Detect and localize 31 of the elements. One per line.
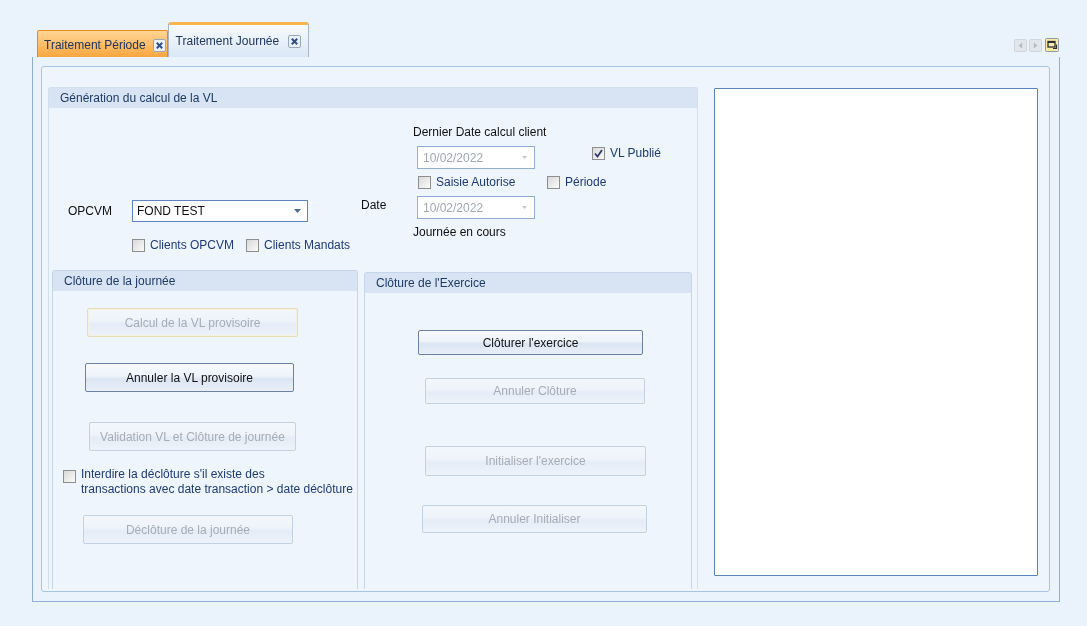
dropdown-arrow-icon: [294, 209, 301, 213]
window-list-icon[interactable]: [1045, 38, 1059, 52]
checkbox[interactable]: [592, 147, 605, 160]
field-label: Date: [361, 197, 388, 214]
field-label: Dernier Date calcul client: [413, 125, 547, 140]
close-icon[interactable]: [288, 34, 302, 48]
dropdown-arrow-icon: [522, 156, 527, 159]
field-caption: Journée en cours: [413, 225, 506, 240]
checkbox-label[interactable]: Clients OPCVM: [150, 238, 235, 253]
dropdown-arrow-icon: [522, 206, 527, 209]
checkbox[interactable]: [132, 239, 145, 252]
dropdown[interactable]: FOND TEST: [132, 200, 308, 222]
checkbox[interactable]: [418, 176, 431, 189]
checkbox[interactable]: [246, 239, 260, 252]
field-label: OPCVM: [68, 203, 113, 219]
checkbox-label[interactable]: VL Publié: [610, 146, 661, 161]
checkbox-label[interactable]: Saisie Autorise: [436, 175, 516, 190]
checkbox-label[interactable]: Clients Mandats: [264, 238, 351, 253]
tab[interactable]: Traitement Période: [37, 30, 168, 57]
checkbox[interactable]: [547, 176, 560, 189]
checkmark-icon: [594, 149, 603, 158]
close-icon[interactable]: [152, 38, 166, 52]
action-button[interactable]: Annuler la VL provisoire: [85, 363, 294, 392]
tab[interactable]: Traitement Journée: [167, 22, 310, 57]
group-title: Génération du calcul de la VL: [49, 88, 697, 108]
checkbox-label[interactable]: Période: [565, 175, 607, 190]
section-title: Clôture de la journée: [53, 271, 357, 291]
section-title: Clôture de l'Exercice: [365, 273, 691, 293]
checkbox[interactable]: [63, 470, 76, 483]
action-button[interactable]: Clôturer l'exercice: [418, 330, 643, 355]
checkbox-label[interactable]: Interdire la déclôture s'il existe des transactions avec date transaction > date déclôture: [81, 467, 353, 497]
